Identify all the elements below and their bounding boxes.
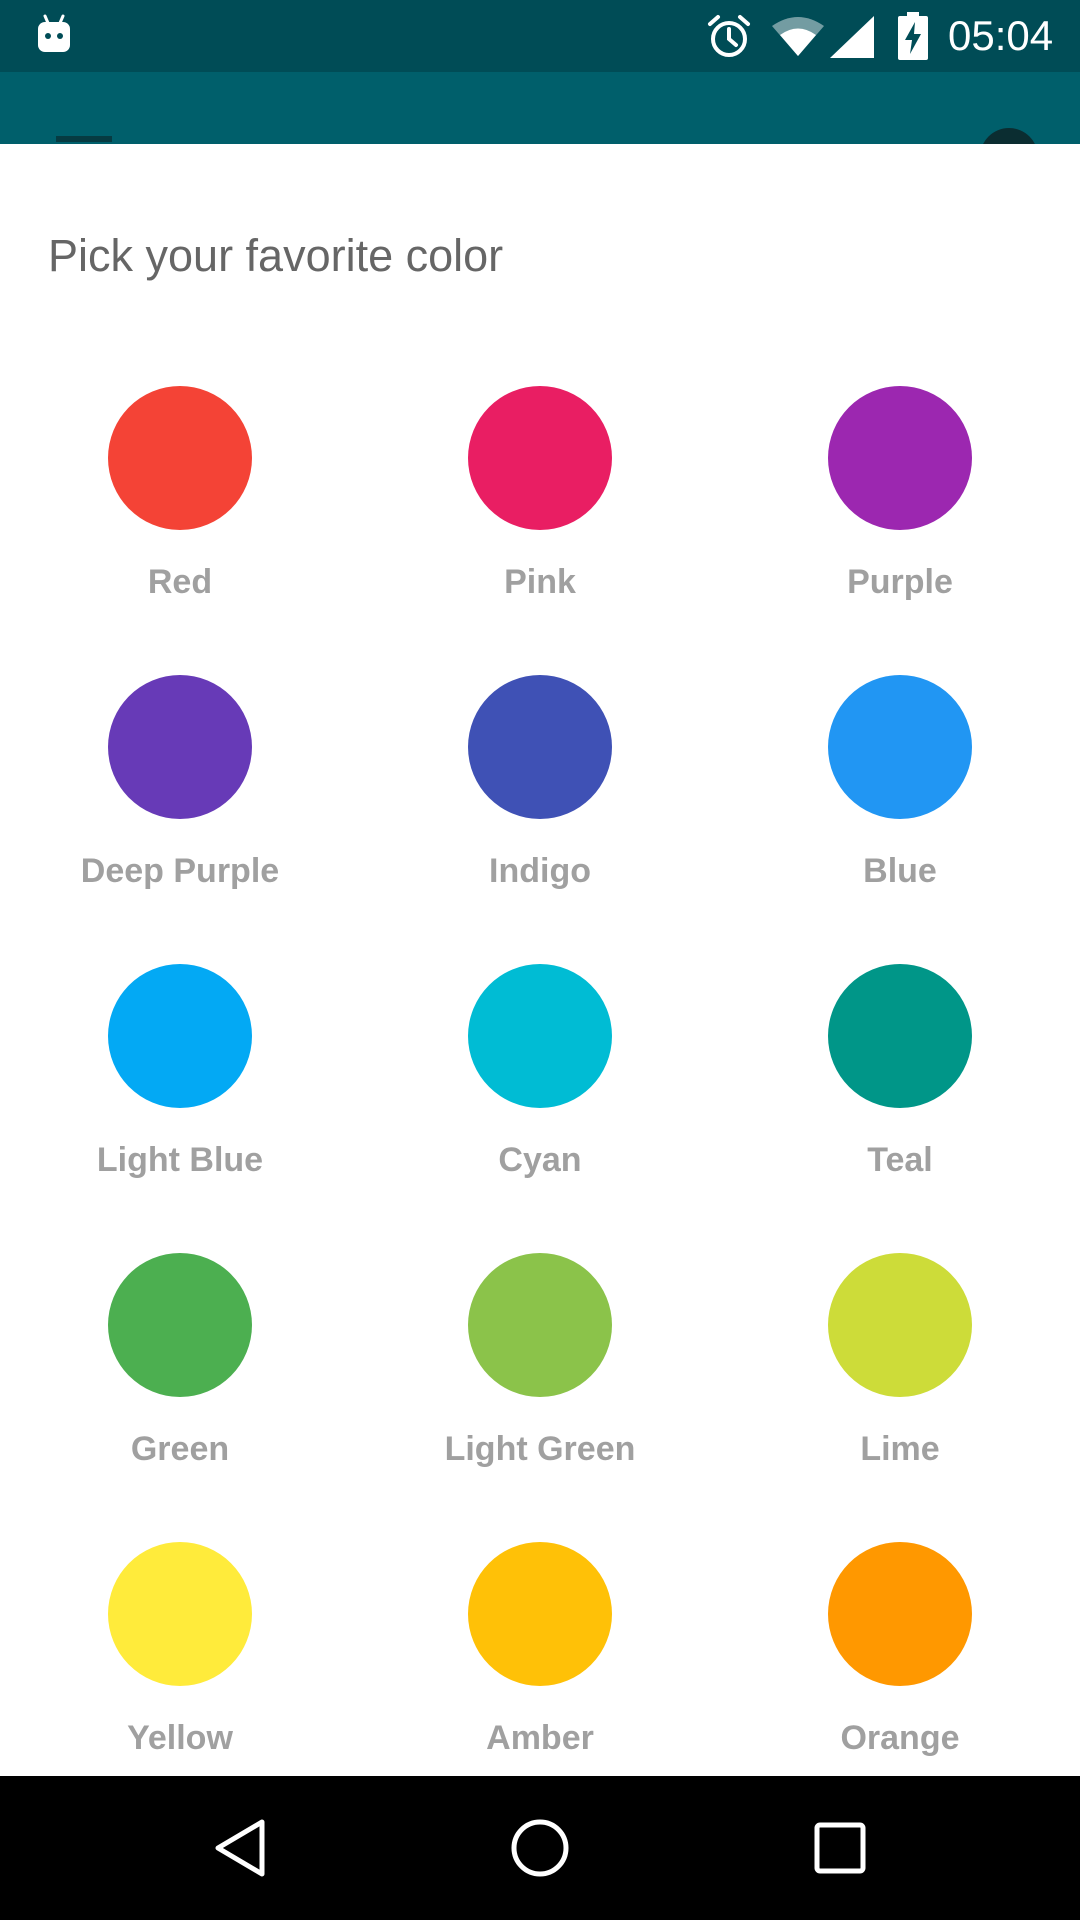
color-option-cyan[interactable]: Cyan bbox=[360, 964, 720, 1253]
color-label: Blue bbox=[863, 852, 937, 890]
color-label: Teal bbox=[867, 1141, 933, 1179]
color-option-pink[interactable]: Pink bbox=[360, 386, 720, 675]
color-swatch[interactable] bbox=[828, 675, 972, 819]
color-label: Indigo bbox=[489, 852, 591, 890]
battery-charging-icon bbox=[898, 12, 928, 60]
android-icon bbox=[38, 14, 70, 52]
alarm-icon bbox=[708, 15, 750, 57]
color-label: Red bbox=[147, 563, 213, 601]
color-option-teal[interactable]: Teal bbox=[720, 964, 1080, 1253]
app-bar bbox=[0, 72, 1080, 144]
navigation-bar bbox=[0, 1776, 1080, 1920]
color-swatch[interactable] bbox=[108, 675, 252, 819]
recents-button[interactable] bbox=[760, 1776, 920, 1920]
color-label: Deep Purple bbox=[80, 852, 280, 890]
color-label: Amber bbox=[486, 1719, 594, 1757]
color-swatch[interactable] bbox=[468, 386, 612, 530]
color-label: Light Blue bbox=[96, 1141, 264, 1179]
color-label: Pink bbox=[504, 563, 576, 601]
color-swatch[interactable] bbox=[108, 964, 252, 1108]
color-swatch[interactable] bbox=[828, 1542, 972, 1686]
color-swatch[interactable] bbox=[828, 1253, 972, 1397]
signal-icon bbox=[830, 16, 874, 58]
color-option-light-green[interactable]: Light Green bbox=[360, 1253, 720, 1542]
home-button[interactable] bbox=[460, 1776, 620, 1920]
color-label: Green bbox=[130, 1430, 230, 1468]
color-label: Light Green bbox=[444, 1430, 636, 1468]
color-option-light-blue[interactable]: Light Blue bbox=[0, 964, 360, 1253]
dialog-title: Pick your favorite color bbox=[48, 230, 504, 281]
home-icon bbox=[511, 1819, 569, 1877]
color-swatch[interactable] bbox=[108, 1542, 252, 1686]
color-label: Lime bbox=[860, 1430, 940, 1468]
status-bar: 05:04 bbox=[0, 0, 1080, 72]
color-option-indigo[interactable]: Indigo bbox=[360, 675, 720, 964]
account-icon[interactable] bbox=[980, 128, 1038, 144]
status-clock: 05:04 bbox=[948, 12, 1054, 59]
color-label: Purple bbox=[847, 563, 953, 601]
wifi-icon bbox=[772, 17, 824, 56]
back-button[interactable] bbox=[160, 1776, 320, 1920]
color-option-red[interactable]: Red bbox=[0, 386, 360, 675]
color-swatch[interactable] bbox=[108, 1253, 252, 1397]
color-option-deep-purple[interactable]: Deep Purple bbox=[0, 675, 360, 964]
recents-icon bbox=[814, 1822, 866, 1874]
color-swatch[interactable] bbox=[468, 1542, 612, 1686]
color-picker-dialog: Pick your favorite color Red Pink Purple… bbox=[0, 144, 1080, 1776]
back-icon bbox=[215, 1819, 265, 1877]
menu-icon[interactable] bbox=[56, 136, 112, 142]
color-option-purple[interactable]: Purple bbox=[720, 386, 1080, 675]
color-label: Orange bbox=[840, 1719, 960, 1757]
color-option-green[interactable]: Green bbox=[0, 1253, 360, 1542]
color-option-lime[interactable]: Lime bbox=[720, 1253, 1080, 1542]
color-option-blue[interactable]: Blue bbox=[720, 675, 1080, 964]
color-swatch[interactable] bbox=[828, 964, 972, 1108]
color-label: Yellow bbox=[127, 1719, 233, 1757]
color-swatch[interactable] bbox=[828, 386, 972, 530]
color-swatch[interactable] bbox=[468, 1253, 612, 1397]
color-label: Cyan bbox=[498, 1141, 582, 1179]
color-swatch[interactable] bbox=[468, 964, 612, 1108]
color-swatch[interactable] bbox=[108, 386, 252, 530]
color-swatch[interactable] bbox=[468, 675, 612, 819]
